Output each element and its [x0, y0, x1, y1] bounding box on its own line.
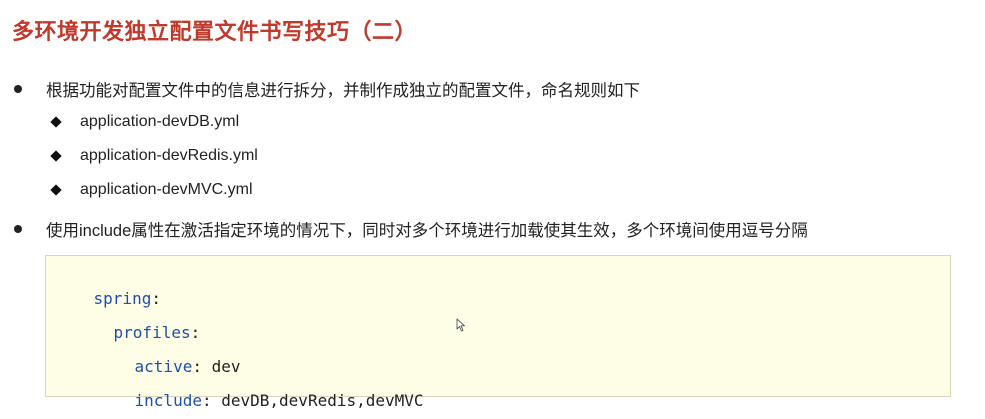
diamond-bullet-icon [50, 116, 62, 128]
bullet-text: 根据功能对配置文件中的信息进行拆分，并制作成独立的配置文件，命名规则如下 [46, 82, 640, 100]
sub-item-text: application-devDB.yml [80, 113, 240, 130]
diamond-bullet-icon [50, 184, 62, 196]
code-separator: : [201, 391, 212, 410]
yaml-code-block: spring: profiles: active: dev include: d… [45, 255, 951, 410]
page-title: 多环境开发独立配置文件书写技巧（二） [12, 19, 418, 44]
sub-item-devdb: application-devDB.yml [50, 113, 239, 131]
diamond-bullet-icon [50, 150, 62, 162]
bullet-dot-icon [14, 225, 22, 233]
bullet-item-split-config: 根据功能对配置文件中的信息进行拆分，并制作成独立的配置文件，命名规则如下 [12, 77, 640, 101]
code-key: include [134, 391, 202, 410]
sub-item-text: application-devMVC.yml [80, 181, 253, 198]
bullet-dot-icon [14, 85, 22, 93]
bullet-text: 使用include属性在激活指定环境的情况下，同时对多个环境进行加载使其生效，多… [46, 222, 808, 240]
code-value: devDB,devRedis,devMVC [211, 391, 424, 410]
sub-item-devredis: application-devRedis.yml [50, 147, 258, 165]
sub-item-text: application-devRedis.yml [80, 147, 258, 164]
sub-item-devmvc: application-devMVC.yml [50, 181, 253, 199]
mouse-pointer-icon [456, 318, 465, 332]
bullet-item-include: 使用include属性在激活指定环境的情况下，同时对多个环境进行加载使其生效，多… [12, 217, 808, 241]
code-line-include: include: devDB,devRedis,devMVC [96, 372, 424, 419]
